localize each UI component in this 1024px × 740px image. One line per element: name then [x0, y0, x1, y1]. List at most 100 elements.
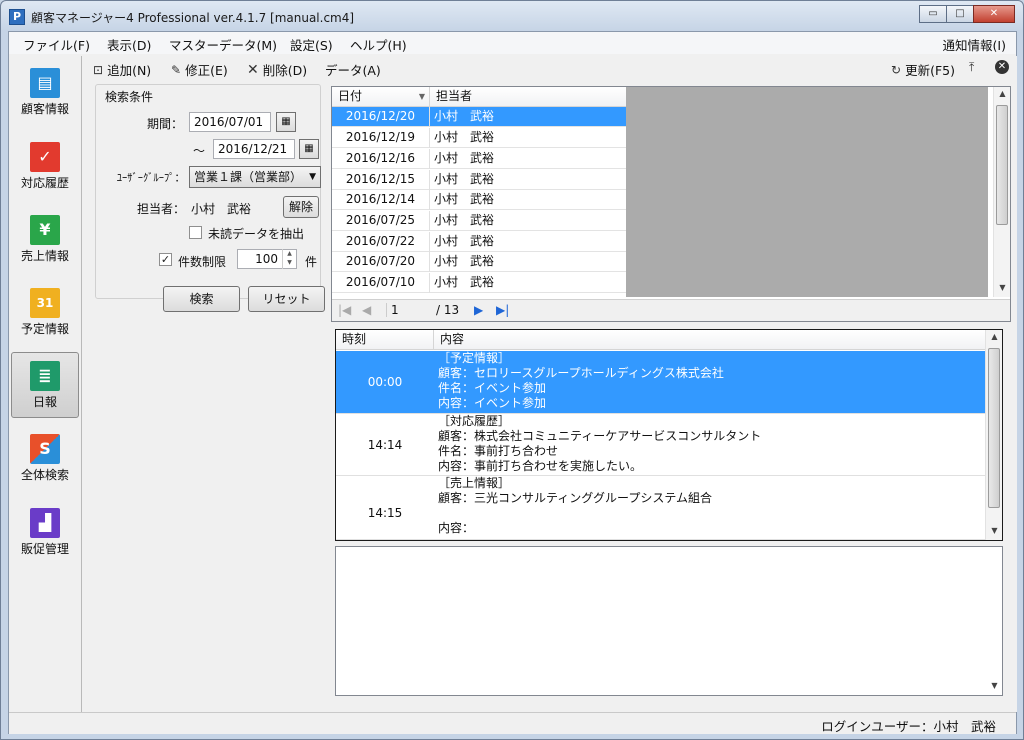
- nav-label: 予定情報: [20, 322, 69, 336]
- spinner-arrows-icon[interactable]: ▲ ▼: [282, 249, 296, 269]
- maximize-button[interactable]: □: [946, 5, 974, 23]
- menu-bar: ファイル(F) 表示(D) マスターデータ(M) 設定(S) ヘルプ(H) 通知…: [9, 32, 1016, 54]
- scroll-up-icon[interactable]: ▲: [994, 89, 1011, 98]
- scroll-down-icon[interactable]: ▼: [986, 681, 1003, 690]
- user-group-label: ﾕｰｻﾞｰｸﾞﾙｰﾌﾟ：: [116, 172, 185, 184]
- nav-label: 日報: [32, 395, 57, 409]
- app-icon: P: [9, 9, 25, 25]
- refresh-button[interactable]: ↻ 更新(F5): [891, 60, 955, 79]
- scroll-up-icon[interactable]: ▲: [986, 332, 1003, 341]
- grid-empty-area: [626, 87, 988, 297]
- tilde-label: ～: [192, 144, 205, 158]
- search-button[interactable]: 検索: [163, 286, 240, 312]
- scroll-thumb[interactable]: [988, 348, 1000, 508]
- menu-help[interactable]: ヘルプ(H): [350, 35, 407, 54]
- prev-page-icon[interactable]: ◀: [362, 303, 371, 317]
- nav-label: 顧客情報: [20, 102, 69, 116]
- report-list-panel: 日付 ▼ 担当者 2016/12/20 小村 武裕 2016/12/19 小村 武裕 …: [331, 86, 1011, 322]
- status-bar: ログインユーザー：小村 武裕: [9, 712, 1016, 734]
- table-row[interactable]: 2016/12/19 小村 武裕: [332, 128, 626, 148]
- detail-row[interactable]: 00:00 ［予定情報］ 顧客：セロリースグループホールディングス株式会社 件名：イ…: [336, 351, 986, 414]
- close-button[interactable]: ✕: [973, 5, 1015, 23]
- date-column-header[interactable]: 日付 ▼: [332, 87, 430, 107]
- notification-menu[interactable]: 通知情報(I): [943, 35, 1006, 54]
- menu-master-data[interactable]: マスターデータ(M): [169, 35, 277, 54]
- client-area: ファイル(F) 表示(D) マスターデータ(M) 設定(S) ヘルプ(H) 通知…: [8, 31, 1017, 734]
- next-page-icon[interactable]: ▶: [474, 303, 483, 317]
- first-page-icon[interactable]: |◀: [338, 303, 351, 317]
- edit-button[interactable]: ✎ 修正(E): [171, 60, 228, 79]
- detail-row[interactable]: 14:14 ［対応履歴］ 顧客：株式会社コミュニティーケアサービスコンサルタント件…: [336, 414, 986, 476]
- user-group-select[interactable]: 営業１課（営業部） ▼: [189, 166, 321, 188]
- nav-promotion[interactable]: ▟ 販促管理: [11, 500, 79, 566]
- nav-label: 全体検索: [20, 468, 69, 482]
- yen-icon: ¥: [30, 215, 60, 245]
- period-to-field[interactable]: 2016/12/21: [213, 139, 295, 159]
- release-button[interactable]: 解除: [283, 196, 319, 218]
- limit-label: 件数制限: [178, 255, 227, 269]
- page-number-input[interactable]: 1: [386, 303, 432, 317]
- person-value: 小村 武裕: [191, 202, 252, 216]
- person-column-header[interactable]: 担当者: [430, 87, 626, 107]
- person-label: 担当者：: [136, 202, 185, 216]
- menu-view[interactable]: 表示(D): [107, 35, 151, 54]
- nav-global-search[interactable]: S 全体検索: [11, 426, 79, 492]
- time-column-header[interactable]: 時刻: [336, 330, 434, 350]
- list-scrollbar[interactable]: ▲ ▼: [993, 87, 1010, 297]
- table-row[interactable]: 2016/12/16 小村 武裕: [332, 149, 626, 169]
- data-menu-button[interactable]: データ(A): [325, 60, 381, 79]
- nav-daily-report[interactable]: ≣ 日報: [11, 352, 79, 418]
- table-row[interactable]: 2016/07/25 小村 武裕: [332, 211, 626, 231]
- search-conditions-title: 検索条件: [103, 88, 156, 105]
- detail-row[interactable]: 14:15 ［売上情報］ 顧客：三光コンサルティンググループシステム組合 内容：: [336, 476, 986, 540]
- calendar-to-icon[interactable]: ▦: [299, 139, 319, 159]
- main-pane: ⊡ 追加(N) ✎ 修正(E) ✕ 削除(D) データ(A) ↻ 更新(F5) ⤒ ✕ …: [83, 56, 1017, 712]
- menu-settings[interactable]: 設定(S): [290, 35, 333, 54]
- unread-checkbox[interactable]: [189, 226, 202, 239]
- content-column-header[interactable]: 内容: [434, 330, 986, 350]
- scroll-down-icon[interactable]: ▼: [986, 526, 1003, 535]
- add-label: 追加(N): [107, 63, 152, 78]
- table-row[interactable]: 2016/07/22 小村 武裕: [332, 232, 626, 252]
- chart-bar-icon: ▟: [30, 508, 60, 538]
- detail-scrollbar[interactable]: ▲ ▼: [985, 330, 1002, 540]
- add-icon: ⊡: [93, 62, 104, 77]
- calendar-from-icon[interactable]: ▦: [276, 112, 296, 132]
- delete-button[interactable]: ✕ 削除(D): [247, 60, 307, 79]
- pager: |◀ ◀ 1 / 13 ▶ ▶|: [332, 299, 1010, 321]
- reset-button[interactable]: リセット: [248, 286, 325, 312]
- delete-x-icon: ✕: [247, 61, 259, 78]
- last-page-icon[interactable]: ▶|: [496, 303, 509, 317]
- nav-customer[interactable]: ▤ 顧客情報: [11, 60, 79, 126]
- scroll-thumb[interactable]: [996, 105, 1008, 225]
- limit-checkbox[interactable]: ✓: [159, 253, 172, 266]
- table-row[interactable]: 2016/12/20 小村 武裕: [332, 107, 626, 127]
- refresh-icon: ↻: [891, 62, 902, 77]
- check-icon: ✓: [30, 142, 60, 172]
- close-circle-icon[interactable]: ✕: [995, 60, 1009, 74]
- side-nav: ▤ 顧客情報 ✓ 対応履歴 ¥ 売上情報 31 予定情報 ≣ 日報 S 全体検索: [9, 56, 82, 712]
- page-total: / 13: [436, 303, 460, 317]
- minimize-button[interactable]: ▭: [919, 5, 947, 23]
- nav-label: 対応履歴: [20, 176, 69, 190]
- window-title: 顧客マネージャー4 Professional ver.4.1.7 [manual…: [31, 11, 355, 25]
- title-bar[interactable]: P 顧客マネージャー4 Professional ver.4.1.7 [manu…: [1, 1, 1023, 31]
- period-from-field[interactable]: 2016/07/01: [189, 112, 271, 132]
- table-row[interactable]: 2016/07/10 小村 武裕: [332, 273, 626, 293]
- login-user-status: ログインユーザー：小村 武裕: [821, 719, 996, 734]
- table-row[interactable]: 2016/07/20 小村 武裕: [332, 252, 626, 272]
- limit-unit: 件: [305, 255, 318, 269]
- edit-label: 修正(E): [185, 63, 228, 78]
- scroll-down-icon[interactable]: ▼: [994, 283, 1011, 292]
- table-row[interactable]: 2016/12/14 小村 武裕: [332, 190, 626, 210]
- app-window: P 顧客マネージャー4 Professional ver.4.1.7 [manu…: [0, 0, 1024, 740]
- nav-sales[interactable]: ¥ 売上情報: [11, 207, 79, 273]
- report-detail-panel: 時刻 内容 00:00 ［予定情報］ 顧客：セロリースグループホールディングス株式…: [335, 329, 1003, 541]
- menu-file[interactable]: ファイル(F): [23, 35, 90, 54]
- table-row[interactable]: 2016/12/15 小村 武裕: [332, 170, 626, 190]
- upload-icon[interactable]: ⤒: [969, 60, 974, 75]
- limit-input[interactable]: 100 ▲ ▼: [237, 249, 297, 269]
- add-button[interactable]: ⊡ 追加(N): [93, 60, 151, 79]
- nav-history[interactable]: ✓ 対応履歴: [11, 134, 79, 200]
- nav-schedule[interactable]: 31 予定情報: [11, 280, 79, 346]
